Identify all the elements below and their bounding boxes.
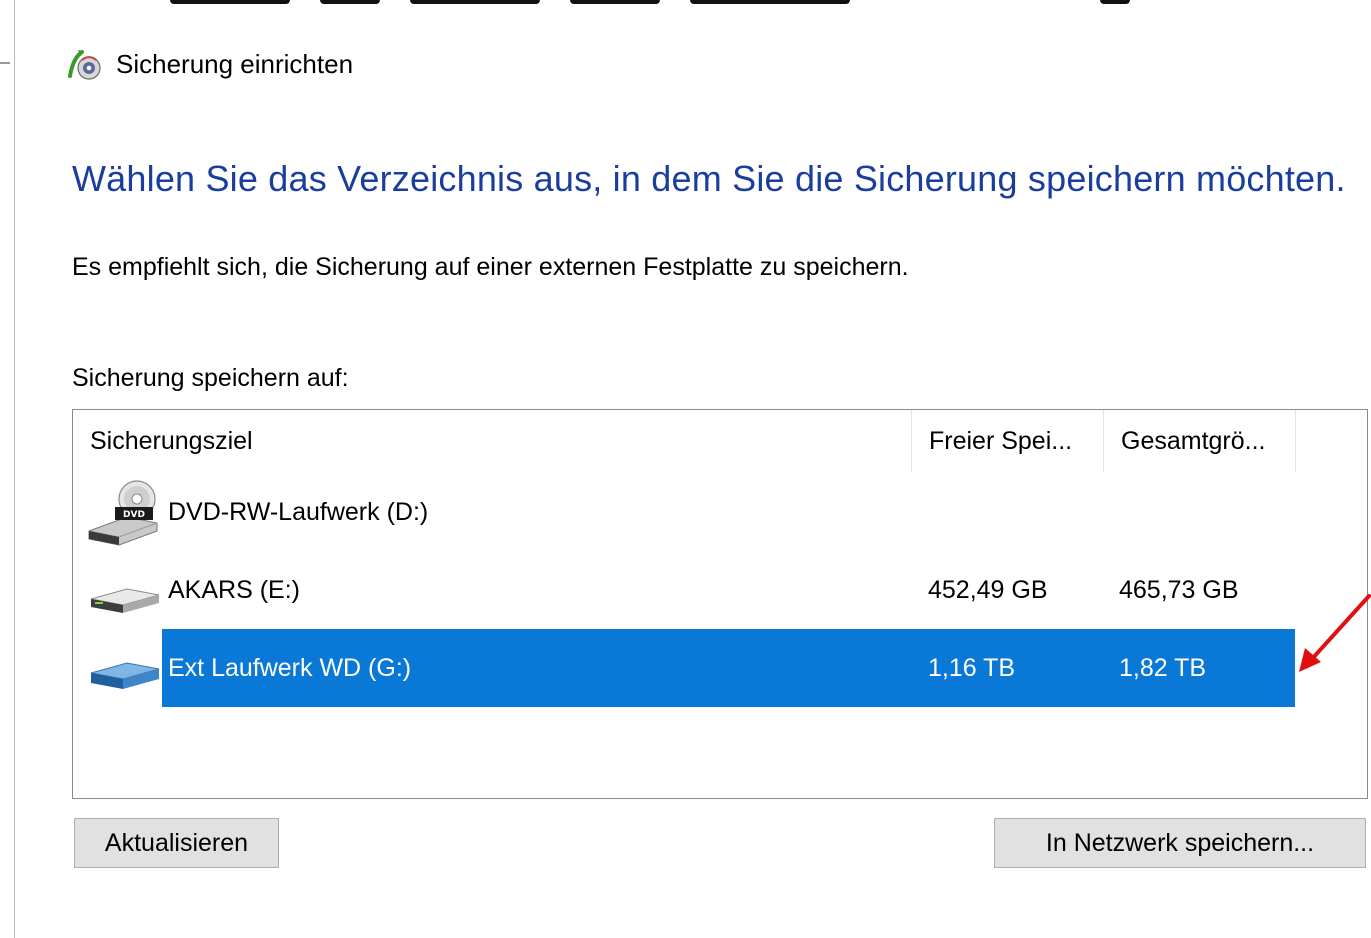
drive-free-space: 452,49 GB	[928, 576, 1048, 604]
drive-total-size: 465,73 GB	[1119, 576, 1239, 604]
drive-row-dvd[interactable]: DVD DVD-RW-Laufwerk (D:)	[73, 473, 1296, 551]
window-title: Sicherung einrichten	[116, 48, 354, 79]
column-header-total-size[interactable]: Gesamtgrö...	[1104, 410, 1296, 472]
backup-setup-window: Sicherung einrichten Wählen Sie das Verz…	[0, 0, 1371, 938]
drive-total-size: 1,82 TB	[1119, 654, 1207, 682]
drive-row-akars[interactable]: AKARS (E:) 452,49 GB 465,73 GB	[73, 551, 1296, 629]
recommendation-text: Es empfiehlt sich, die Sicherung auf ein…	[72, 253, 909, 281]
external-drive-icon	[90, 662, 160, 689]
title-bar: Sicherung einrichten	[66, 46, 353, 82]
drive-name: Ext Laufwerk WD (G:)	[168, 654, 412, 682]
drive-free-space: 1,16 TB	[928, 654, 1016, 682]
backup-target-list[interactable]: Sicherungsziel Freier Spei... Gesamtgrö.…	[72, 409, 1368, 799]
backup-app-icon	[68, 50, 101, 80]
hard-drive-icon	[90, 588, 160, 613]
drive-name: AKARS (E:)	[168, 576, 300, 604]
cropped-header-strokes	[170, 0, 1170, 8]
refresh-button[interactable]: Aktualisieren	[74, 818, 279, 868]
page-heading: Wählen Sie das Verzeichnis aus, in dem S…	[72, 158, 1346, 199]
dvd-drive-icon: DVD	[88, 480, 158, 546]
drive-row-ext-wd[interactable]: Ext Laufwerk WD (G:) 1,16 TB 1,82 TB	[73, 629, 1296, 707]
drive-name: DVD-RW-Laufwerk (D:)	[168, 498, 429, 526]
svg-text:DVD: DVD	[123, 510, 145, 520]
column-header-free-space[interactable]: Freier Spei...	[912, 410, 1104, 472]
annotation-arrow-icon	[1299, 594, 1371, 672]
column-header-target[interactable]: Sicherungsziel	[73, 410, 912, 472]
save-to-network-button[interactable]: In Netzwerk speichern...	[994, 818, 1366, 868]
back-arrow-icon[interactable]	[0, 62, 10, 64]
window-left-border	[14, 0, 15, 938]
save-to-label: Sicherung speichern auf:	[72, 364, 349, 392]
